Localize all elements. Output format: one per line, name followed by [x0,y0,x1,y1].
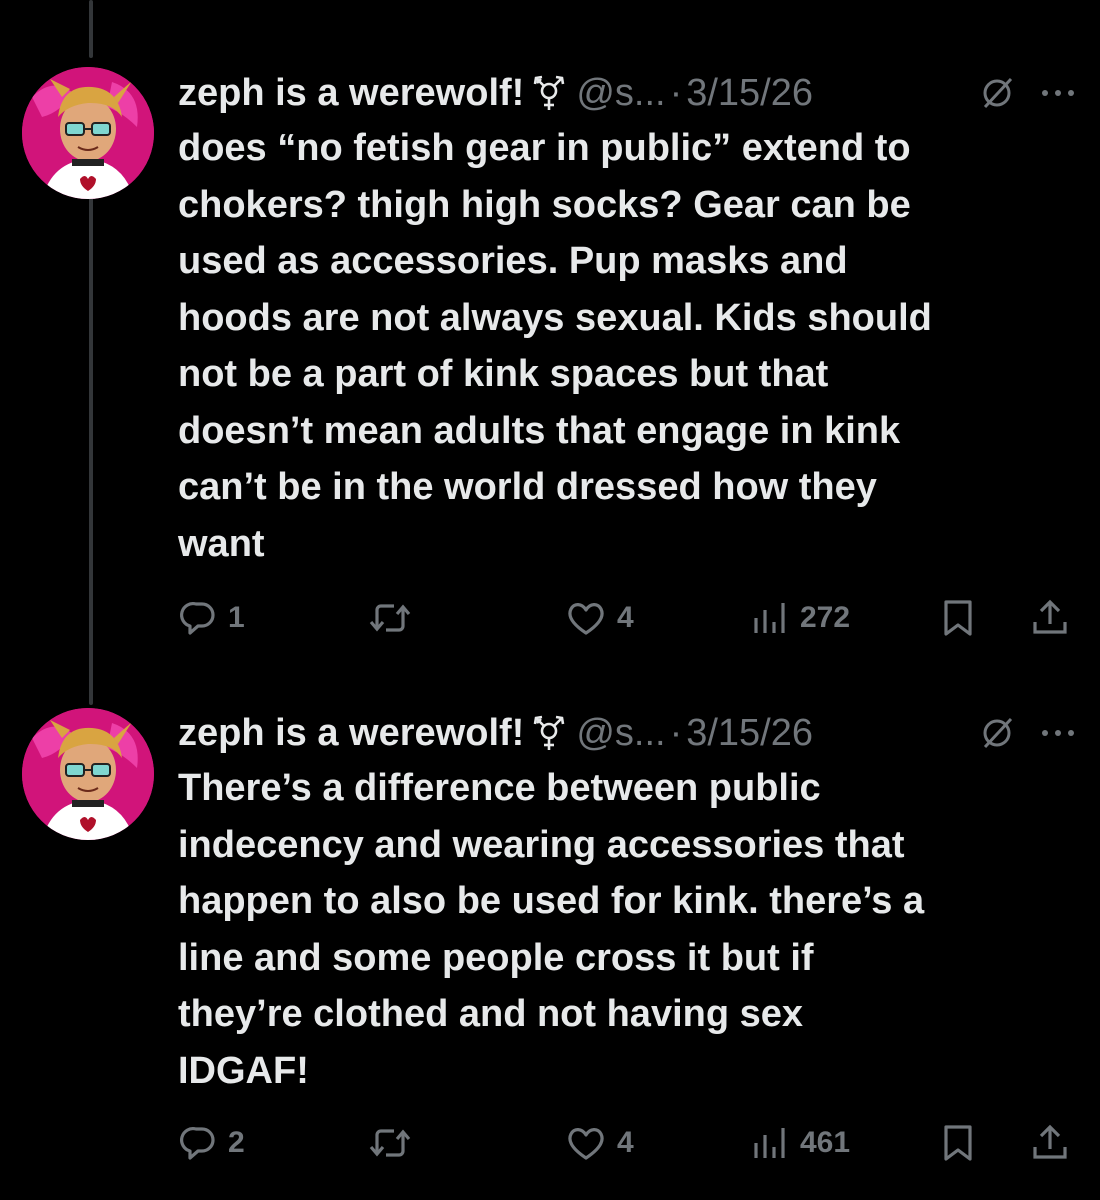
separator-dot: · [669,711,683,754]
bookmark-icon [944,600,972,636]
share-icon [1033,1124,1067,1159]
display-name[interactable]: zeph is a werewolf! [178,712,524,755]
action-bar: 2 4 461 [0,1121,1100,1165]
reply-count: 2 [228,1126,245,1159]
more-options-icon[interactable] [1040,728,1076,738]
post-date[interactable]: 3/15/26 [686,72,813,115]
bookmark-button[interactable] [940,1121,976,1165]
separator-dot: · [669,71,683,114]
heart-icon [568,603,604,635]
like-button[interactable]: 4 [565,596,634,640]
view-count: 272 [800,601,851,634]
tweet-text: does “no fetish gear in public” extend t… [178,127,932,565]
views-button[interactable]: 272 [750,596,850,640]
repost-button[interactable] [368,596,422,640]
avatar[interactable] [22,708,154,840]
view-count: 461 [800,1126,851,1159]
analytics-icon [754,1128,785,1158]
transgender-symbol-icon [532,714,566,752]
like-button[interactable]: 4 [565,1121,634,1165]
user-handle[interactable]: @s... [576,72,665,115]
avatar-image [22,708,154,840]
grok-icon[interactable] [980,716,1014,750]
more-options-icon[interactable] [1040,88,1076,98]
share-icon [1033,599,1067,634]
tweet-text: There’s a difference between public inde… [178,767,925,1092]
action-bar: 1 4 272 [0,596,1100,640]
post-date[interactable]: 3/15/26 [686,712,813,755]
repost-button[interactable] [368,1121,422,1165]
reply-button[interactable]: 1 [178,596,245,640]
avatar[interactable] [22,67,154,199]
bookmark-icon [944,1125,972,1161]
reply-icon [180,1127,215,1160]
transgender-symbol-icon [532,74,566,112]
grok-icon[interactable] [980,76,1014,110]
analytics-icon [754,603,785,633]
reply-count: 1 [228,601,245,634]
display-name[interactable]: zeph is a werewolf! [178,72,524,115]
reply-icon [180,602,215,635]
tweet-header: zeph is a werewolf! @s... · 3/15/26 [178,68,1076,118]
avatar-image [22,67,154,199]
heart-icon [568,1128,604,1160]
reply-button[interactable]: 2 [178,1121,245,1165]
tweet[interactable]: zeph is a werewolf! @s... · 3/15/26 [0,700,1100,1200]
repost-icon [369,1129,411,1157]
tweet[interactable]: zeph is a werewolf! @s... · 3/15/26 [0,0,1100,690]
like-count: 4 [617,601,634,634]
tweet-header: zeph is a werewolf! @s... · 3/15/26 [178,708,1076,758]
share-button[interactable] [1030,596,1070,640]
like-count: 4 [617,1126,634,1159]
user-handle[interactable]: @s... [576,712,665,755]
bookmark-button[interactable] [940,596,976,640]
share-button[interactable] [1030,1121,1070,1165]
repost-icon [369,604,411,632]
views-button[interactable]: 461 [750,1121,850,1165]
